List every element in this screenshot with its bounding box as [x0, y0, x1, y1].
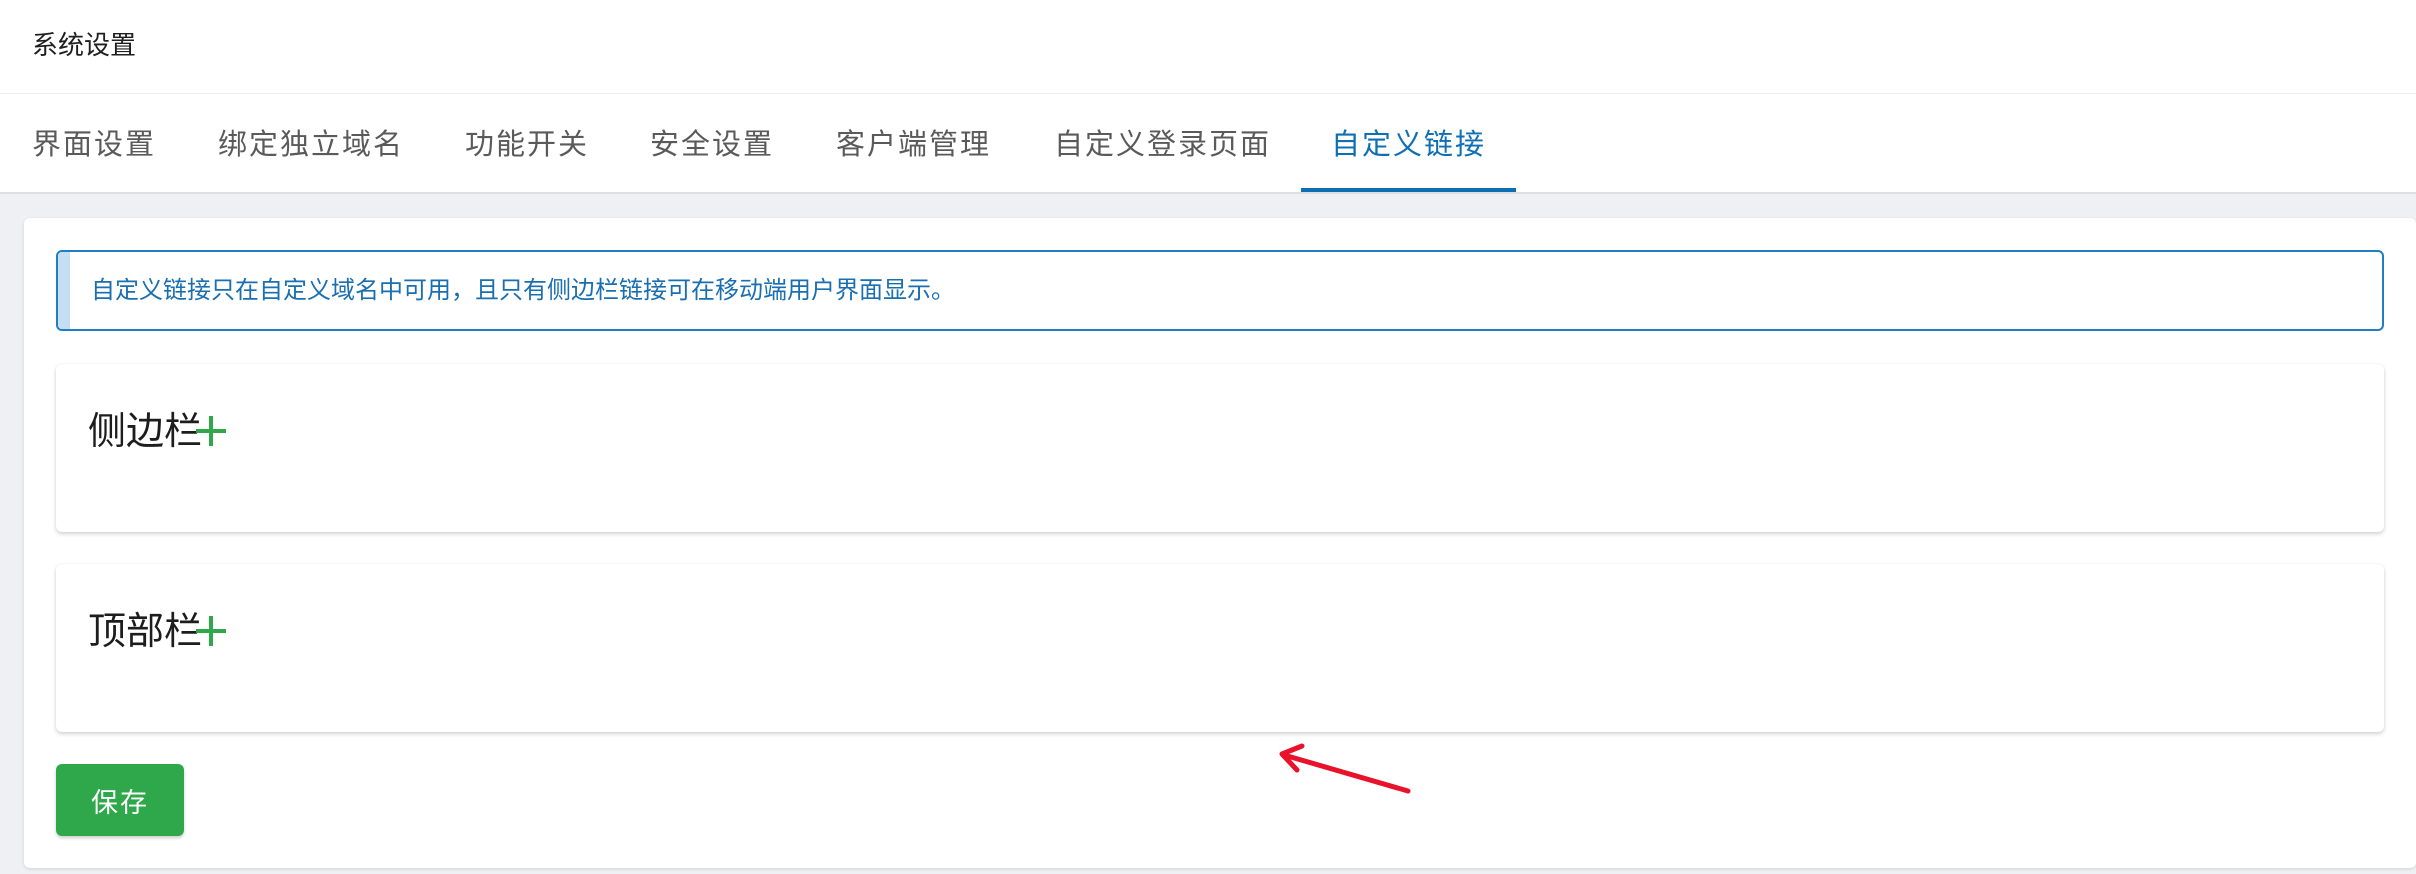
info-notice: 自定义链接只在自定义域名中可用，且只有侧边栏链接可在移动端用户界面显示。 [56, 250, 2384, 331]
notice-text: 自定义链接只在自定义域名中可用，且只有侧边栏链接可在移动端用户界面显示。 [91, 276, 955, 304]
tab-custom-login-page[interactable]: 自定义登录页面 [1054, 94, 1271, 194]
annotation-arrow-icon [1279, 743, 1411, 794]
page-header: 系统设置 [0, 0, 2416, 94]
tab-client-management[interactable]: 客户端管理 [836, 94, 991, 194]
sidebar-links-card: 侧边栏 [56, 364, 2384, 532]
plus-icon[interactable] [188, 408, 234, 454]
notice-accent-bar [58, 252, 70, 329]
save-button[interactable]: 保存 [56, 764, 184, 836]
tab-interface-settings[interactable]: 界面设置 [32, 94, 156, 194]
topbar-links-title: 顶部栏 [88, 609, 203, 653]
tab-feature-switches[interactable]: 功能开关 [465, 94, 589, 194]
settings-tab-bar: 界面设置 绑定独立域名 功能开关 安全设置 客户端管理 自定义登录页面 自定义链… [0, 94, 2416, 194]
plus-icon[interactable] [188, 608, 234, 654]
active-tab-indicator [1301, 188, 1516, 192]
sidebar-links-title: 侧边栏 [88, 409, 203, 453]
tab-security-settings[interactable]: 安全设置 [650, 94, 774, 194]
tab-custom-links[interactable]: 自定义链接 [1331, 94, 1486, 194]
custom-links-panel: 自定义链接只在自定义域名中可用，且只有侧边栏链接可在移动端用户界面显示。 侧边栏… [24, 218, 2416, 868]
tab-bind-domain[interactable]: 绑定独立域名 [218, 94, 404, 194]
page-title: 系统设置 [32, 31, 137, 61]
topbar-links-card: 顶部栏 [56, 564, 2384, 732]
